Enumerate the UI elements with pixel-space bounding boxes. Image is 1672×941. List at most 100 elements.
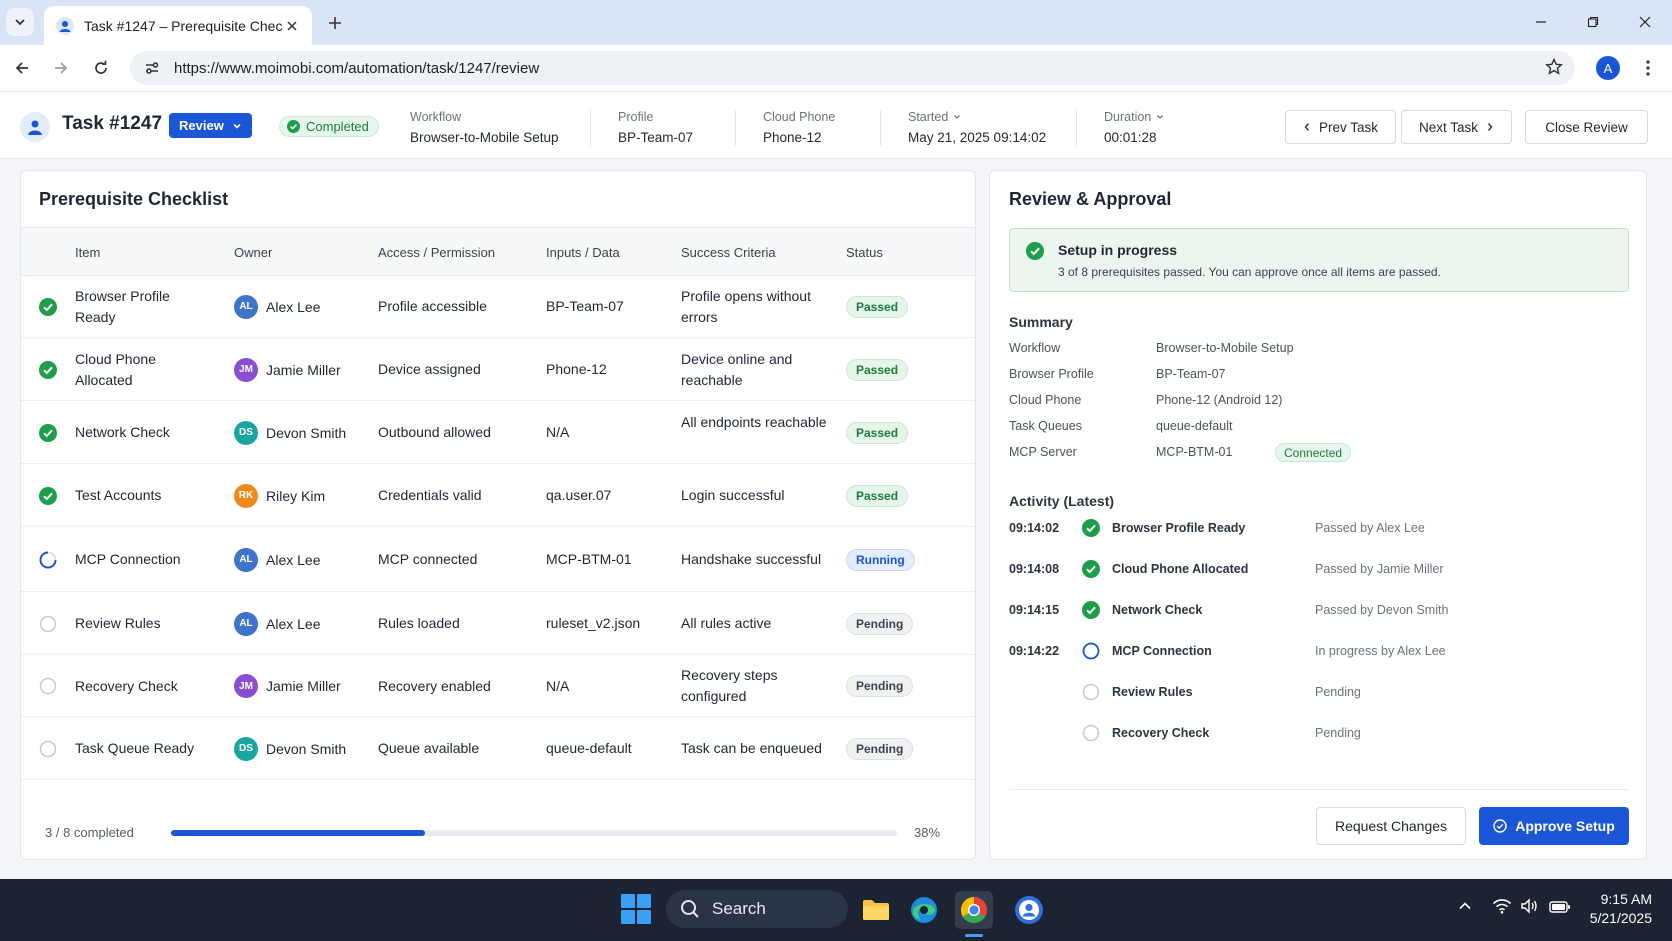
folder-icon <box>863 900 889 920</box>
status-badge: Passed <box>846 358 909 381</box>
profile-app[interactable] <box>1010 891 1048 929</box>
summary-key: Task Queues <box>1009 419 1082 433</box>
owner[interactable]: AL Alex Lee <box>234 294 321 319</box>
start-button[interactable] <box>620 893 652 930</box>
meta-value: BP-Team-07 <box>618 130 694 145</box>
activity-detail: Pending <box>1315 726 1361 740</box>
status-badge: Passed <box>846 421 909 444</box>
url-text[interactable]: https://www.moimobi.com/automation/task/… <box>174 60 539 77</box>
owner[interactable]: AL Alex Lee <box>234 611 320 636</box>
review-dropdown-button[interactable]: Review <box>169 113 252 138</box>
owner[interactable]: DS Devon Smith <box>234 736 346 761</box>
inputs-data: queue-default <box>546 740 632 756</box>
avatar: AL <box>234 547 258 572</box>
forward-button[interactable] <box>48 55 74 81</box>
owner[interactable]: DS Devon Smith <box>234 420 346 445</box>
table-row[interactable]: Recovery Check JM Jamie Miller Recovery ena… <box>21 655 975 717</box>
table-row[interactable]: MCP Connection AL Alex Lee MCP connected MCP… <box>21 527 975 592</box>
summary-value: Browser-to-Mobile Setup <box>1156 341 1294 355</box>
divider <box>735 110 736 146</box>
activity-name: Network Check <box>1112 603 1203 617</box>
new-tab-button[interactable] <box>322 10 348 36</box>
prev-task-button[interactable]: Prev Task <box>1285 110 1396 144</box>
back-button[interactable] <box>9 55 35 81</box>
meta-cloud-phone: Cloud Phone Phone-12 <box>763 110 835 145</box>
clock-time: 9:15 AM <box>1600 891 1652 907</box>
table-row[interactable]: Browser Profile Ready AL Alex Lee Profile a… <box>21 275 975 338</box>
bookmark-star-icon[interactable] <box>1545 58 1563 76</box>
edge-app[interactable] <box>905 891 943 929</box>
column-header[interactable]: Access / Permission <box>378 245 495 260</box>
status-badge: Pending <box>846 675 914 697</box>
volume-icon[interactable] <box>1520 898 1538 919</box>
check-circle-icon <box>39 360 57 379</box>
address-bar[interactable]: https://www.moimobi.com/automation/task/… <box>130 51 1575 85</box>
status-badge: Running <box>846 548 915 571</box>
approve-setup-button[interactable]: Approve Setup <box>1479 807 1629 845</box>
close-window-button[interactable] <box>1630 8 1660 36</box>
chevron-down-icon <box>1157 115 1164 119</box>
mcp-status-badge: Connected <box>1275 443 1352 462</box>
next-task-button[interactable]: Next Task <box>1401 110 1512 144</box>
column-header[interactable]: Inputs / Data <box>546 245 620 260</box>
summary-title: Summary <box>1009 314 1073 330</box>
minimize-button[interactable] <box>1526 8 1556 36</box>
status-badge: Completed <box>279 116 379 137</box>
restore-button[interactable] <box>1578 8 1608 36</box>
meta-started[interactable]: Started May 21, 2025 09:14:02 <box>908 110 1046 145</box>
user-circle-icon <box>1015 896 1043 924</box>
column-header[interactable]: Success Criteria <box>681 245 776 260</box>
system-clock[interactable]: 9:15 AM 5/21/2025 <box>1570 890 1652 928</box>
file-explorer-app[interactable] <box>857 891 895 929</box>
browser-tab-active[interactable]: Task #1247 – Prerequisite Check <box>44 6 312 45</box>
avatar: JM <box>234 357 258 382</box>
owner[interactable]: JM Jamie Miller <box>234 674 341 698</box>
battery-icon[interactable] <box>1549 900 1571 918</box>
site-settings-icon[interactable] <box>144 60 160 76</box>
owner-name: Alex Lee <box>266 298 321 315</box>
owner[interactable]: RK Riley Kim <box>234 483 326 508</box>
table-row[interactable]: Task Queue Ready DS Devon Smith Queue avail… <box>21 717 975 780</box>
meta-duration[interactable]: Duration 00:01:28 <box>1104 110 1164 145</box>
wifi-icon[interactable] <box>1492 898 1512 919</box>
profile-avatar[interactable]: A <box>1596 56 1620 80</box>
edge-browser-icon <box>911 897 937 923</box>
arrow-left-icon <box>15 62 28 74</box>
close-review-label: Close Review <box>1545 119 1628 135</box>
request-changes-button[interactable]: Request Changes <box>1316 807 1466 845</box>
column-header[interactable]: Owner <box>234 245 272 260</box>
empty-circle-icon <box>1082 683 1100 701</box>
progress-alert: Setup in progress 3 of 8 prerequisites p… <box>1009 228 1629 292</box>
table-row[interactable]: Test Accounts RK Riley Kim Credentials vali… <box>21 464 975 527</box>
table-header: Item Owner Access / Permission Inputs / … <box>21 227 975 276</box>
summary-key: MCP Server <box>1009 445 1077 459</box>
owner[interactable]: JM Jamie Miller <box>234 357 341 382</box>
owner[interactable]: AL Alex Lee <box>234 547 320 572</box>
table-row[interactable]: Network Check DS Devon Smith Outbound allow… <box>21 401 975 464</box>
table-row[interactable]: Review Rules AL Alex Lee Rules loaded rulese… <box>21 592 975 655</box>
show-hidden-icons-button[interactable] <box>1458 899 1472 918</box>
check-circle-icon <box>39 486 57 505</box>
chevron-down-icon <box>233 123 241 129</box>
check-circle-icon <box>1026 242 1044 260</box>
tab-search-button[interactable] <box>6 8 34 36</box>
check-circle-icon <box>1082 560 1100 578</box>
avatar: DS <box>234 736 258 761</box>
chrome-browser-icon <box>960 896 988 924</box>
status-label: Completed <box>306 119 369 134</box>
reload-button[interactable] <box>88 55 114 81</box>
browser-menu-button[interactable] <box>1638 57 1658 79</box>
meta-profile: Profile BP-Team-07 <box>618 110 693 145</box>
close-tab-icon[interactable] <box>282 16 302 36</box>
owner-name: Riley Kim <box>266 487 326 504</box>
column-header[interactable]: Status <box>846 245 883 260</box>
column-header[interactable]: Item <box>75 245 100 260</box>
close-review-button[interactable]: Close Review <box>1525 110 1648 144</box>
taskbar-search[interactable]: Search <box>666 890 848 928</box>
chrome-app[interactable] <box>955 891 993 929</box>
table-row[interactable]: Cloud Phone Allocated JM Jamie Miller Devic… <box>21 338 975 401</box>
activity-detail: Passed by Devon Smith <box>1315 603 1449 617</box>
task-user-icon <box>20 112 50 142</box>
item-name: MCP Connection <box>75 551 181 567</box>
item-name: Task Queue Ready <box>75 740 195 756</box>
